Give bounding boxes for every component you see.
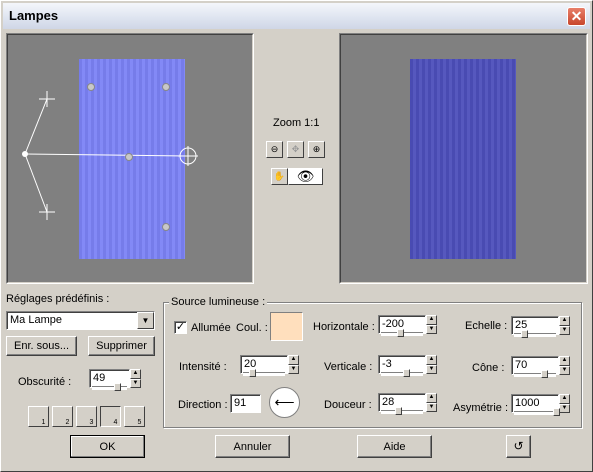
direction-dial[interactable]: ⟵	[269, 387, 300, 418]
scale-slider-thumb[interactable]	[521, 330, 528, 338]
vertical-value: -3	[382, 358, 392, 370]
eye-icon: 👁	[296, 168, 315, 184]
softness-spinner[interactable]: ▲ ▼	[426, 393, 437, 412]
direction-value: 91	[234, 397, 247, 409]
presets-label: Réglages prédéfinis :	[6, 293, 110, 305]
check-icon: ✓	[175, 321, 186, 333]
ok-button[interactable]: OK	[70, 435, 145, 458]
cone-value: 70	[515, 359, 528, 371]
direction-field[interactable]: 91	[230, 394, 261, 413]
pan-icon: ✥	[291, 144, 300, 154]
lamp-preset-4-button[interactable]: 4	[100, 406, 121, 427]
light-handles[interactable]	[7, 34, 255, 285]
softness-slider-thumb[interactable]	[395, 407, 402, 415]
result-preview	[339, 33, 588, 284]
lamp-preset-5-label: 5	[137, 419, 142, 426]
ok-label: OK	[99, 441, 116, 453]
hand-icon: ✋	[273, 171, 286, 181]
softness-value: 28	[382, 396, 395, 408]
darkness-slider-thumb[interactable]	[114, 383, 121, 391]
color-swatch[interactable]	[270, 312, 303, 341]
delete-button[interactable]: Supprimer	[88, 336, 155, 356]
presets-select[interactable]: Ma Lampe ▼	[6, 311, 155, 330]
intensity-spinner[interactable]: ▲ ▼	[288, 355, 299, 374]
asymmetry-value: 1000	[515, 397, 540, 409]
original-preview[interactable]	[6, 33, 254, 284]
vertical-slider[interactable]	[381, 372, 423, 376]
darkness-value: 49	[93, 372, 106, 384]
lamp-preset-3-button[interactable]: 3	[76, 406, 97, 427]
cone-spinner[interactable]: ▲ ▼	[559, 356, 570, 375]
lamp-preset-2-button[interactable]: 2	[52, 406, 73, 427]
softness-label: Douceur :	[324, 399, 372, 411]
close-button[interactable]: ✕	[567, 7, 586, 26]
cancel-label: Annuler	[233, 441, 272, 453]
close-icon: ✕	[570, 8, 583, 24]
help-button[interactable]: Aide	[357, 435, 432, 458]
save-as-label: Enr. sous...	[13, 340, 70, 352]
lamp-preset-4-label: 4	[113, 419, 118, 426]
preview-toggle-button[interactable]: 👁	[288, 168, 323, 185]
on-checkbox[interactable]: ✓	[174, 321, 187, 334]
vertical-label: Verticale :	[324, 361, 373, 373]
vertical-slider-thumb[interactable]	[403, 369, 410, 377]
save-as-button[interactable]: Enr. sous...	[6, 336, 77, 356]
horizontal-label: Horizontale :	[313, 321, 375, 333]
darkness-slider[interactable]	[92, 386, 127, 390]
proof-button[interactable]: ✋	[271, 168, 288, 185]
intensity-slider-thumb[interactable]	[249, 369, 256, 377]
asymmetry-slider-thumb[interactable]	[553, 408, 560, 416]
zoom-fit-button[interactable]: ✥	[287, 141, 304, 158]
horizontal-slider-thumb[interactable]	[397, 329, 404, 337]
window-title: Lampes	[9, 8, 59, 23]
direction-label: Direction :	[178, 399, 228, 411]
help-label: Aide	[383, 441, 406, 453]
color-label: Coul. :	[236, 322, 268, 334]
chevron-down-icon[interactable]: ▼	[137, 312, 154, 329]
arrow-left-icon: ⟵	[274, 394, 295, 410]
result-image	[410, 59, 516, 259]
target-handle	[178, 146, 198, 166]
delete-label: Supprimer	[96, 340, 147, 352]
scale-spinner[interactable]: ▲ ▼	[559, 316, 570, 335]
lamp-preset-1-label: 1	[41, 419, 46, 426]
zoom-in-button[interactable]: ⊕	[308, 141, 325, 158]
zoom-label: Zoom 1:1	[273, 117, 320, 129]
cone-handle-bottom	[39, 204, 55, 220]
horizontal-spinner[interactable]: ▲ ▼	[426, 315, 437, 334]
reset-button[interactable]: ↺	[506, 435, 531, 458]
softness-slider[interactable]	[381, 410, 423, 414]
lamp-preset-5-button[interactable]: 5	[124, 406, 145, 427]
zoom-out-button[interactable]: ⊖	[266, 141, 283, 158]
darkness-spinner[interactable]: ▲ ▼	[130, 369, 141, 388]
cone-handle-top	[39, 91, 55, 107]
on-label: Allumée	[191, 322, 231, 334]
zoom-in-icon: ⊕	[312, 144, 321, 154]
darkness-label: Obscurité :	[18, 376, 72, 388]
presets-select-value: Ma Lampe	[10, 314, 62, 326]
reset-icon: ↺	[513, 439, 524, 453]
lampes-dialog: Lampes ✕ Zoom 1:1 ⊖ ✥ ⊕ ✋ �	[0, 0, 593, 472]
scale-label: Echelle :	[465, 320, 508, 332]
asymmetry-spinner[interactable]: ▲ ▼	[559, 394, 570, 413]
zoom-out-icon: ⊖	[270, 144, 279, 154]
asymmetry-label: Asymétrie :	[453, 402, 509, 414]
light-source-handle	[22, 151, 28, 157]
cone-label: Cône :	[472, 362, 505, 374]
cone-slider[interactable]	[514, 373, 556, 377]
asymmetry-slider[interactable]	[514, 411, 556, 415]
lamp-preset-1-button[interactable]: 1	[28, 406, 49, 427]
lamp-preset-2-label: 2	[65, 419, 70, 426]
light-source-group-label: Source lumineuse :	[169, 296, 268, 308]
vertical-spinner[interactable]: ▲ ▼	[426, 355, 437, 374]
title-bar: Lampes ✕	[3, 3, 590, 29]
cancel-button[interactable]: Annuler	[215, 435, 290, 458]
intensity-label: Intensité :	[179, 361, 227, 373]
lamp-preset-3-label: 3	[89, 419, 94, 426]
cone-slider-thumb[interactable]	[541, 370, 548, 378]
